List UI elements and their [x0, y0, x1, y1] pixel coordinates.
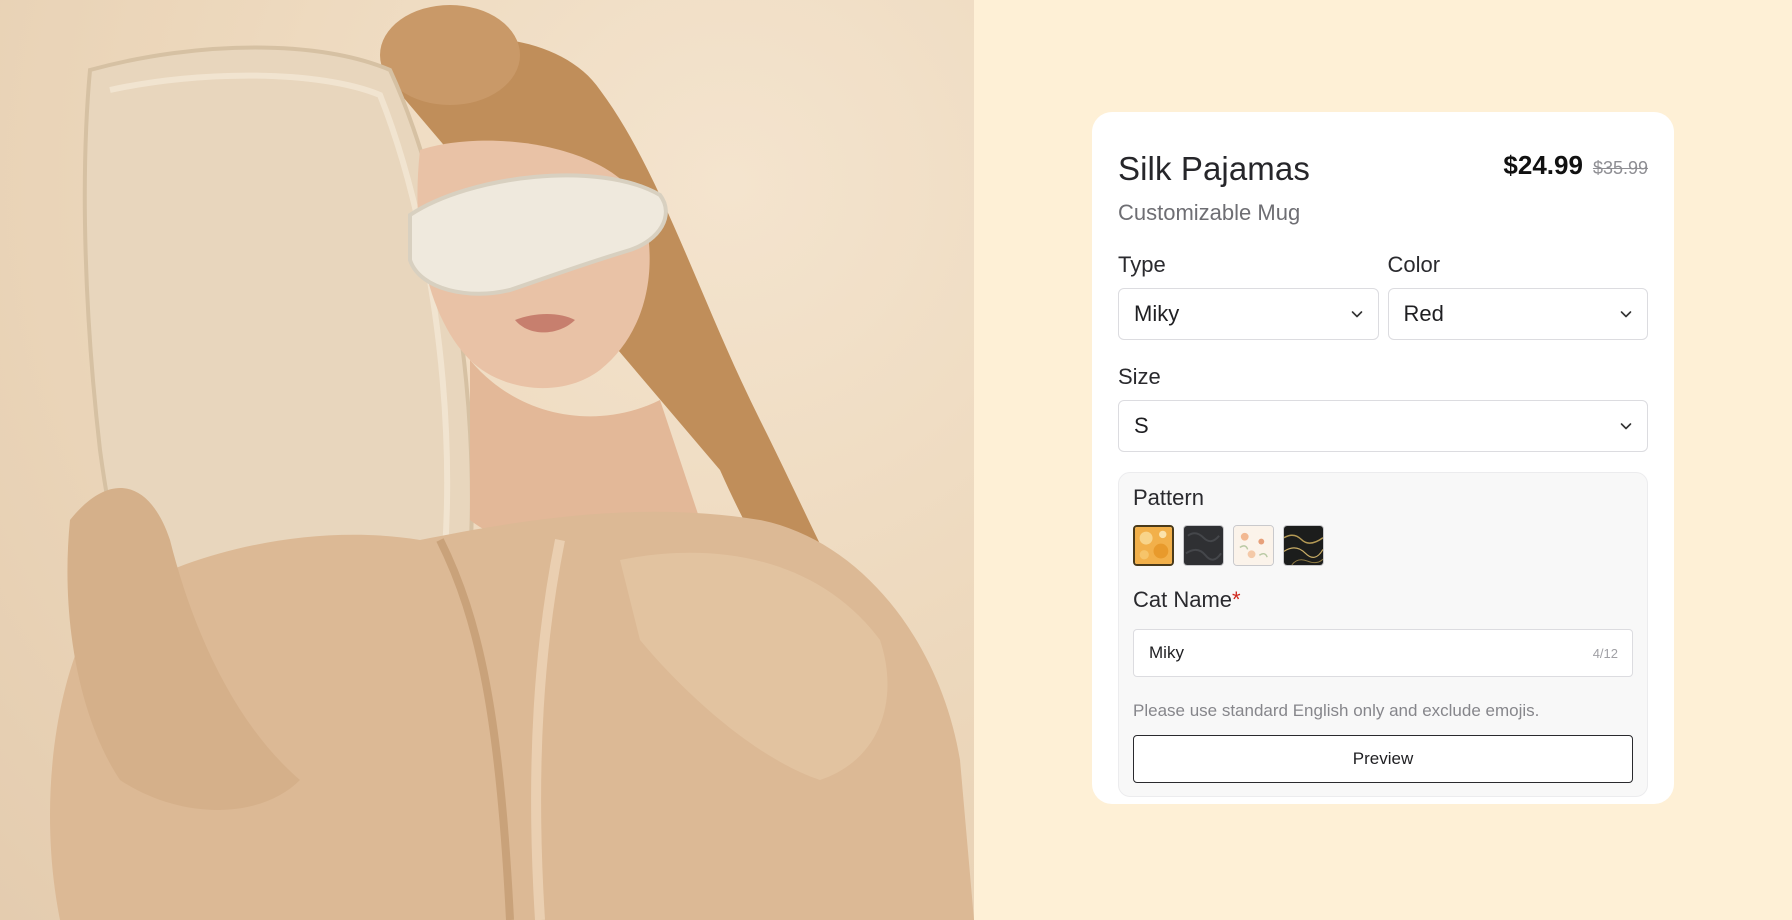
size-label: Size — [1118, 364, 1161, 389]
type-select[interactable]: Miky — [1118, 288, 1379, 340]
chevron-down-icon — [1620, 311, 1632, 318]
pattern-swatch-dark-charcoal[interactable] — [1183, 525, 1224, 566]
cat-name-field: 4/12 — [1133, 629, 1633, 677]
type-color-row: Type Miky Color Red — [1118, 252, 1648, 340]
chevron-down-icon — [1351, 311, 1362, 318]
current-price: $24.99 — [1503, 150, 1583, 180]
cat-name-label-text: Cat Name — [1133, 587, 1233, 612]
product-photo — [0, 0, 974, 920]
cat-name-label: Cat Name* — [1133, 587, 1633, 615]
color-select[interactable]: Red — [1387, 288, 1648, 340]
chevron-down-icon — [1620, 423, 1632, 430]
product-card: Silk Pajamas Customizable Mug $24.99 $35… — [1092, 112, 1674, 804]
color-label: Color — [1387, 252, 1441, 277]
price-block: $24.99 $35.99 — [1503, 150, 1648, 181]
character-counter: 4/12 — [1592, 645, 1618, 661]
customization-panel: Pattern Cat Name* 4/12 Please use standa… — [1118, 472, 1648, 797]
pattern-swatch-black-gold-marble[interactable] — [1283, 525, 1324, 566]
product-header: Silk Pajamas Customizable Mug $24.99 $35… — [1118, 140, 1648, 244]
pattern-swatch-cream-floral[interactable] — [1233, 525, 1274, 566]
original-price: $35.99 — [1592, 158, 1648, 178]
type-label: Type — [1118, 252, 1166, 277]
cat-name-input[interactable] — [1149, 643, 1525, 663]
product-subtitle: Customizable Mug — [1118, 200, 1301, 225]
product-title: Silk Pajamas — [1118, 150, 1310, 187]
pattern-swatch-orange-floral[interactable] — [1133, 525, 1174, 566]
type-select-value: Miky — [1134, 301, 1180, 326]
color-select-value: Red — [1403, 301, 1444, 326]
preview-button[interactable]: Preview — [1133, 735, 1633, 783]
pattern-label: Pattern — [1133, 485, 1204, 510]
cat-name-hint: Please use standard English only and exc… — [1133, 701, 1540, 720]
size-select-value: S — [1134, 413, 1149, 438]
pattern-swatches — [1133, 525, 1633, 567]
size-field: Size S — [1118, 364, 1648, 452]
required-asterisk: * — [1232, 587, 1241, 612]
type-field: Type Miky — [1118, 252, 1379, 340]
size-select[interactable]: S — [1118, 400, 1648, 452]
color-field: Color Red — [1387, 252, 1648, 340]
